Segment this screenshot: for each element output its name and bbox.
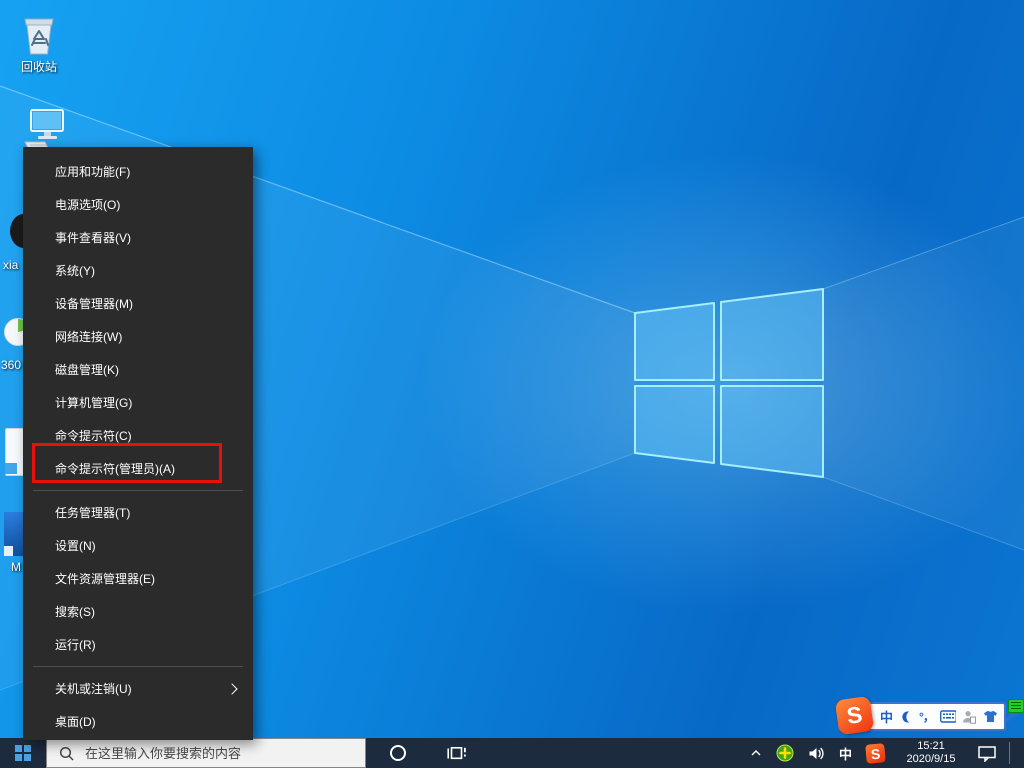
winx-menu-list: 应用和功能(F) 电源选项(O) 事件查看器(V) 系统(Y) 设备管理器(M) 网络连接… bbox=[23, 155, 253, 738]
task-view-icon bbox=[447, 745, 466, 761]
desktop-icon-label: 360 bbox=[1, 358, 21, 372]
sogou-logo-icon[interactable]: S bbox=[835, 696, 875, 736]
desktop-icon-partial-360[interactable]: 360 bbox=[0, 316, 23, 376]
menu-item-label: 网络连接(W) bbox=[55, 328, 241, 345]
action-center-button[interactable] bbox=[972, 738, 1002, 768]
tray-volume-button[interactable] bbox=[803, 738, 830, 768]
chevron-up-icon bbox=[750, 749, 762, 757]
show-desktop-button[interactable] bbox=[1017, 738, 1024, 768]
sogou-icon: S bbox=[865, 743, 886, 764]
windows-start-icon bbox=[15, 745, 31, 761]
action-center-icon bbox=[977, 745, 997, 762]
menu-item[interactable]: 搜索(S) bbox=[23, 595, 253, 628]
tray-sogou-button[interactable]: S bbox=[861, 738, 890, 768]
chinese-mode-button[interactable]: 中 bbox=[880, 707, 893, 727]
tray-input-indicator[interactable]: 中 bbox=[834, 738, 857, 768]
taskbar: 中 S 15:21 2020/9/15 bbox=[0, 738, 1024, 768]
taskbar-clock[interactable]: 15:21 2020/9/15 bbox=[894, 738, 968, 768]
menu-item-label: 任务管理器(T) bbox=[55, 504, 241, 521]
desktop-icon-partial-xia[interactable]: xia bbox=[0, 210, 23, 272]
menu-item-label: 电源选项(O) bbox=[55, 196, 241, 213]
menu-item[interactable]: 任务管理器(T) bbox=[23, 496, 253, 529]
clock-time: 15:21 bbox=[899, 740, 963, 753]
tray-chevron-up-button[interactable] bbox=[745, 738, 767, 768]
menu-item[interactable]: 应用和功能(F) bbox=[23, 155, 253, 188]
menu-item[interactable]: 文件资源管理器(E) bbox=[23, 562, 253, 595]
menu-item[interactable]: 计算机管理(G) bbox=[23, 386, 253, 419]
chevron-right-icon bbox=[226, 683, 237, 694]
system-tray: 中 S 15:21 2020/9/15 bbox=[745, 738, 1024, 768]
cortana-icon bbox=[389, 744, 407, 762]
task-view-button[interactable] bbox=[438, 738, 475, 768]
menu-item[interactable]: 网络连接(W) bbox=[23, 320, 253, 353]
menu-item-label: 关机或注销(U) bbox=[55, 680, 228, 697]
desktop-icon-this-pc[interactable] bbox=[20, 106, 68, 152]
winx-context-menu: 应用和功能(F) 电源选项(O) 事件查看器(V) 系统(Y) 设备管理器(M) 网络连接… bbox=[23, 147, 253, 740]
recycle-bin-label: 回收站 bbox=[21, 58, 57, 75]
taskbar-search[interactable] bbox=[46, 738, 366, 768]
app-icon bbox=[10, 214, 23, 248]
app-icon bbox=[4, 318, 23, 346]
app-icon-badge bbox=[5, 463, 17, 474]
menu-item-label: 应用和功能(F) bbox=[55, 163, 241, 180]
360-safety-icon bbox=[776, 744, 794, 762]
menu-item[interactable]: 关机或注销(U) bbox=[23, 672, 253, 705]
menu-item[interactable]: 磁盘管理(K) bbox=[23, 353, 253, 386]
menu-item-label: 系统(Y) bbox=[55, 262, 241, 279]
menu-item-label: 事件查看器(V) bbox=[55, 229, 241, 246]
taskbar-divider bbox=[1009, 742, 1010, 764]
desktop-icon-recycle-bin[interactable]: 回收站 bbox=[10, 10, 68, 75]
menu-item[interactable]: 系统(Y) bbox=[23, 254, 253, 287]
menu-item[interactable]: 桌面(D) bbox=[23, 705, 253, 738]
desktop-icon-partial-m[interactable]: M bbox=[0, 510, 23, 576]
recycle-bin-icon bbox=[19, 10, 59, 56]
menu-item[interactable]: 设置(N) bbox=[23, 529, 253, 562]
cortana-button[interactable] bbox=[380, 738, 416, 768]
clock-date: 2020/9/15 bbox=[899, 753, 963, 766]
desktop-icon-partial-doc[interactable] bbox=[0, 426, 23, 484]
start-button[interactable] bbox=[0, 738, 46, 768]
desktop-icon-label: xia bbox=[3, 258, 18, 272]
account-icon[interactable] bbox=[962, 707, 977, 727]
tray-360-safety-button[interactable] bbox=[771, 738, 799, 768]
punctuation-mode-button[interactable]: °， bbox=[919, 707, 934, 727]
menu-item-label: 桌面(D) bbox=[55, 713, 241, 730]
network-monitor-icon[interactable] bbox=[1008, 699, 1024, 713]
menu-item-label: 设置(N) bbox=[55, 537, 241, 554]
soft-keyboard-icon[interactable] bbox=[940, 707, 956, 727]
windows-desktop: 回收站 xia 360 M 应用和功能(F) 电源选项(O) 事件查看器(V) 系统(… bbox=[0, 0, 1024, 768]
search-icon bbox=[59, 746, 74, 761]
menu-item-label: 命令提示符(C) bbox=[55, 427, 241, 444]
menu-item-label: 命令提示符(管理员)(A) bbox=[55, 460, 241, 477]
menu-separator bbox=[33, 490, 243, 491]
menu-item[interactable]: 事件查看器(V) bbox=[23, 221, 253, 254]
menu-item-label: 磁盘管理(K) bbox=[55, 361, 241, 378]
menu-item[interactable]: 电源选项(O) bbox=[23, 188, 253, 221]
search-input[interactable] bbox=[83, 745, 352, 762]
menu-item[interactable]: 命令提示符(C) bbox=[23, 419, 253, 452]
menu-item[interactable]: 运行(R) bbox=[23, 628, 253, 661]
computer-icon bbox=[21, 106, 67, 152]
app-icon-badge bbox=[4, 546, 13, 556]
menu-item-label: 计算机管理(G) bbox=[55, 394, 241, 411]
volume-icon bbox=[808, 746, 825, 761]
menu-item-highlighted[interactable]: 命令提示符(管理员)(A) bbox=[23, 452, 253, 485]
menu-item-label: 文件资源管理器(E) bbox=[55, 570, 241, 587]
desktop-icon-label: M bbox=[11, 560, 21, 574]
menu-item-label: 运行(R) bbox=[55, 636, 241, 653]
sogou-input-toolbar: S 中 °， bbox=[838, 702, 1006, 731]
menu-item-label: 搜索(S) bbox=[55, 603, 241, 620]
skin-tshirt-icon[interactable] bbox=[983, 707, 998, 727]
menu-item[interactable]: 设备管理器(M) bbox=[23, 287, 253, 320]
menu-separator bbox=[33, 666, 243, 667]
menu-item-label: 设备管理器(M) bbox=[55, 295, 241, 312]
fullwidth-moon-icon[interactable] bbox=[899, 707, 913, 727]
